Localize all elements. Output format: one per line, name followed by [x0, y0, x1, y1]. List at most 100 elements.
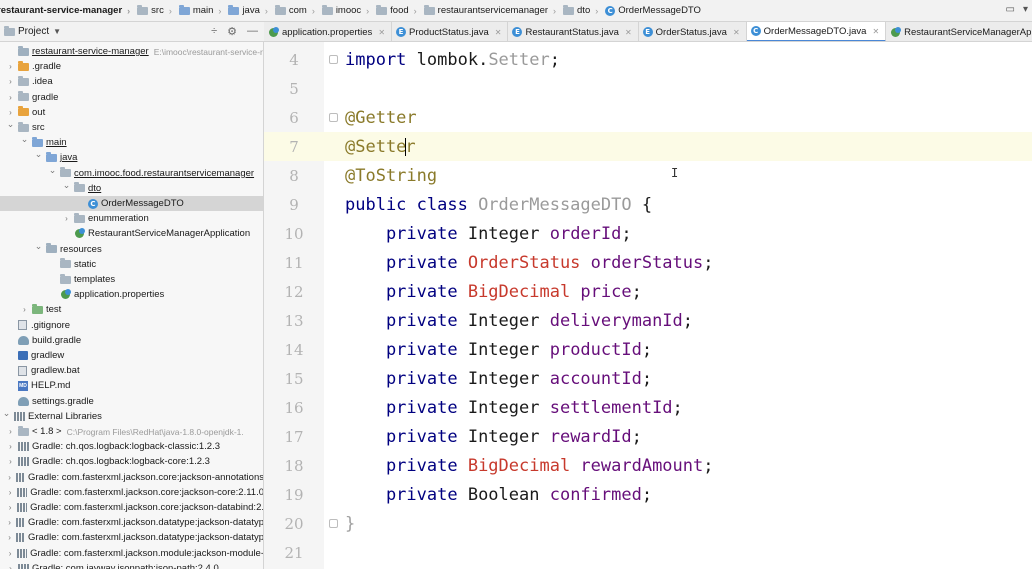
chevron-right-icon[interactable]: › — [6, 77, 15, 86]
tree-item[interactable]: › .gradle — [0, 59, 263, 74]
tree-item[interactable]: › enummeration — [0, 211, 263, 226]
breadcrumb-item[interactable]: food › — [373, 0, 421, 21]
code-line: 12 private BigDecimal price; — [264, 277, 1032, 306]
tree-item[interactable]: › .idea — [0, 74, 263, 89]
chevron-right-icon[interactable]: › — [6, 503, 14, 512]
collapse-all-icon[interactable]: ÷ — [211, 25, 217, 38]
line-number: 16 — [284, 398, 304, 417]
tree-item[interactable]: ⌄ main — [0, 134, 263, 150]
tree-item[interactable]: ⌄ src — [0, 119, 263, 135]
chevron-right-icon[interactable]: › — [6, 564, 15, 569]
chevron-down-icon[interactable]: ⌄ — [48, 165, 57, 176]
line-number: 4 — [289, 50, 299, 69]
chevron-right-icon[interactable]: › — [6, 473, 13, 482]
tree-item[interactable]: static — [0, 257, 263, 272]
tree-item[interactable]: application.properties — [0, 287, 263, 302]
breadcrumb-item[interactable]: dto › — [560, 0, 602, 21]
code-editor[interactable]: I 4 import lombok.Setter; 5 6 @Getter 7 @Sette… — [264, 42, 1032, 569]
fold-marker-icon[interactable] — [329, 113, 338, 122]
breadcrumb-item[interactable]: main › — [176, 0, 226, 21]
chevron-down-icon[interactable]: ⌄ — [34, 241, 43, 252]
tree-item[interactable]: › Gradle: com.jayway.jsonpath:json-path:2… — [0, 561, 263, 569]
tree-item[interactable]: settings.gradle — [0, 394, 263, 409]
chevron-right-icon[interactable]: › — [62, 214, 71, 223]
close-icon[interactable]: ✕ — [495, 28, 502, 37]
breadcrumb-item[interactable]: imooc › — [319, 0, 373, 21]
tree-item[interactable]: RestaurantServiceManagerApplication — [0, 226, 263, 241]
close-icon[interactable]: ✕ — [872, 27, 879, 36]
chevron-right-icon[interactable]: › — [6, 549, 14, 558]
editor-tab[interactable]: E RestaurantStatus.java ✕ — [508, 22, 639, 41]
close-icon[interactable]: ✕ — [733, 28, 740, 37]
tree-item[interactable]: C OrderMessageDTO — [0, 196, 263, 211]
editor-tab[interactable]: RestaurantServiceManagerApplica — [886, 22, 1032, 41]
fold-marker-icon[interactable] — [329, 55, 338, 64]
code-text: private Integer deliverymanId; — [345, 311, 693, 331]
tree-item[interactable]: ⌄ java — [0, 149, 263, 165]
close-icon[interactable]: ✕ — [625, 28, 632, 37]
close-icon[interactable]: ✕ — [378, 28, 385, 37]
chevron-right-icon[interactable]: › — [6, 62, 15, 71]
breadcrumb-item[interactable]: com › — [272, 0, 319, 21]
chevron-right-icon[interactable]: › — [6, 457, 15, 466]
chevron-right-icon[interactable]: › — [20, 305, 29, 314]
editor-tab[interactable]: C OrderMessageDTO.java ✕ — [746, 22, 887, 41]
breadcrumb-item[interactable]: restaurantservicemanager › — [421, 0, 560, 21]
chevron-down-icon[interactable]: ⌄ — [62, 180, 71, 191]
tree-item[interactable]: restaurant-service-manager E:\imooc\resta… — [0, 44, 263, 59]
editor-tab[interactable]: application.properties ✕ — [264, 22, 393, 41]
breadcrumb-item[interactable]: src › — [134, 0, 176, 21]
code-line: 7 @Setter — [264, 132, 1032, 161]
chevron-down-icon[interactable]: ▾ — [1023, 4, 1028, 15]
code-token: ; — [703, 252, 714, 273]
tree-item[interactable]: › Gradle: com.fasterxml.jackson.datatype:… — [0, 530, 263, 545]
tree-item[interactable]: ⌄ resources — [0, 241, 263, 257]
tree-item[interactable]: MD HELP.md — [0, 378, 263, 393]
gear-icon[interactable]: ⚙ — [227, 25, 237, 38]
tree-item-label: templates — [74, 274, 116, 285]
tree-item[interactable]: ⌄ External Libraries — [0, 408, 263, 424]
tree-item[interactable]: templates — [0, 272, 263, 287]
tree-item[interactable]: › < 1.8 > C:\Program Files\RedHat\java-1.8… — [0, 424, 263, 439]
tree-item[interactable]: › out — [0, 105, 263, 120]
chevron-right-icon[interactable]: › — [6, 427, 15, 436]
chevron-down-icon[interactable]: ⌄ — [2, 408, 11, 419]
breadcrumb-item[interactable]: C OrderMessageDTO — [602, 0, 705, 21]
tree-item[interactable]: › test — [0, 302, 263, 317]
tree-item[interactable]: .gitignore — [0, 318, 263, 333]
tree-item[interactable]: › Gradle: ch.qos.logback:logback-classic:… — [0, 439, 263, 454]
tree-item[interactable]: gradlew.bat — [0, 363, 263, 378]
project-view-selector[interactable]: Project ▼ — [0, 25, 61, 37]
tree-item[interactable]: › Gradle: com.fasterxml.jackson.module:ja… — [0, 546, 263, 561]
chevron-right-icon[interactable]: › — [6, 533, 13, 542]
chevron-right-icon[interactable]: › — [6, 518, 13, 527]
chevron-right-icon[interactable]: › — [6, 442, 15, 451]
tree-item[interactable]: › Gradle: com.fasterxml.jackson.core:jack… — [0, 500, 263, 515]
tree-item[interactable]: ⌄ com.imooc.food.restaurantservicemanager — [0, 165, 263, 181]
tree-item[interactable]: › Gradle: com.fasterxml.jackson.datatype:… — [0, 515, 263, 530]
tree-item[interactable]: › gradle — [0, 90, 263, 105]
tree-item[interactable]: › Gradle: com.fasterxml.jackson.core:jack… — [0, 470, 263, 485]
editor-tab[interactable]: E ProductStatus.java ✕ — [392, 22, 509, 41]
chevron-down-icon[interactable]: ⌄ — [6, 119, 15, 130]
test-folder-icon — [32, 303, 43, 314]
chevron-right-icon[interactable]: › — [6, 108, 15, 117]
tree-item-label: enummeration — [88, 213, 149, 225]
tree-item[interactable]: ⌄ dto — [0, 180, 263, 196]
code-token: BigDecimal — [467, 455, 581, 476]
tree-item[interactable]: › Gradle: com.fasterxml.jackson.core:jack… — [0, 485, 263, 500]
breadcrumb-item[interactable]: restaurant-service-manager › — [0, 0, 134, 21]
chevron-right-icon[interactable]: › — [6, 488, 14, 497]
chevron-right-icon[interactable]: › — [6, 93, 15, 102]
chevron-down-icon[interactable]: ⌄ — [20, 134, 29, 145]
tree-item[interactable]: gradlew — [0, 348, 263, 363]
tree-item[interactable]: build.gradle — [0, 333, 263, 348]
fold-marker-icon[interactable] — [329, 519, 338, 528]
chevron-down-icon[interactable]: ⌄ — [34, 149, 43, 160]
layout-icon[interactable]: ▭ — [1006, 4, 1015, 15]
breadcrumb-item[interactable]: java › — [225, 0, 271, 21]
code-line: 9 public class OrderMessageDTO { — [264, 190, 1032, 219]
tree-item[interactable]: › Gradle: ch.qos.logback:logback-core:1.2… — [0, 454, 263, 469]
hide-panel-icon[interactable]: — — [247, 25, 258, 38]
editor-tab[interactable]: E OrderStatus.java ✕ — [639, 22, 747, 41]
